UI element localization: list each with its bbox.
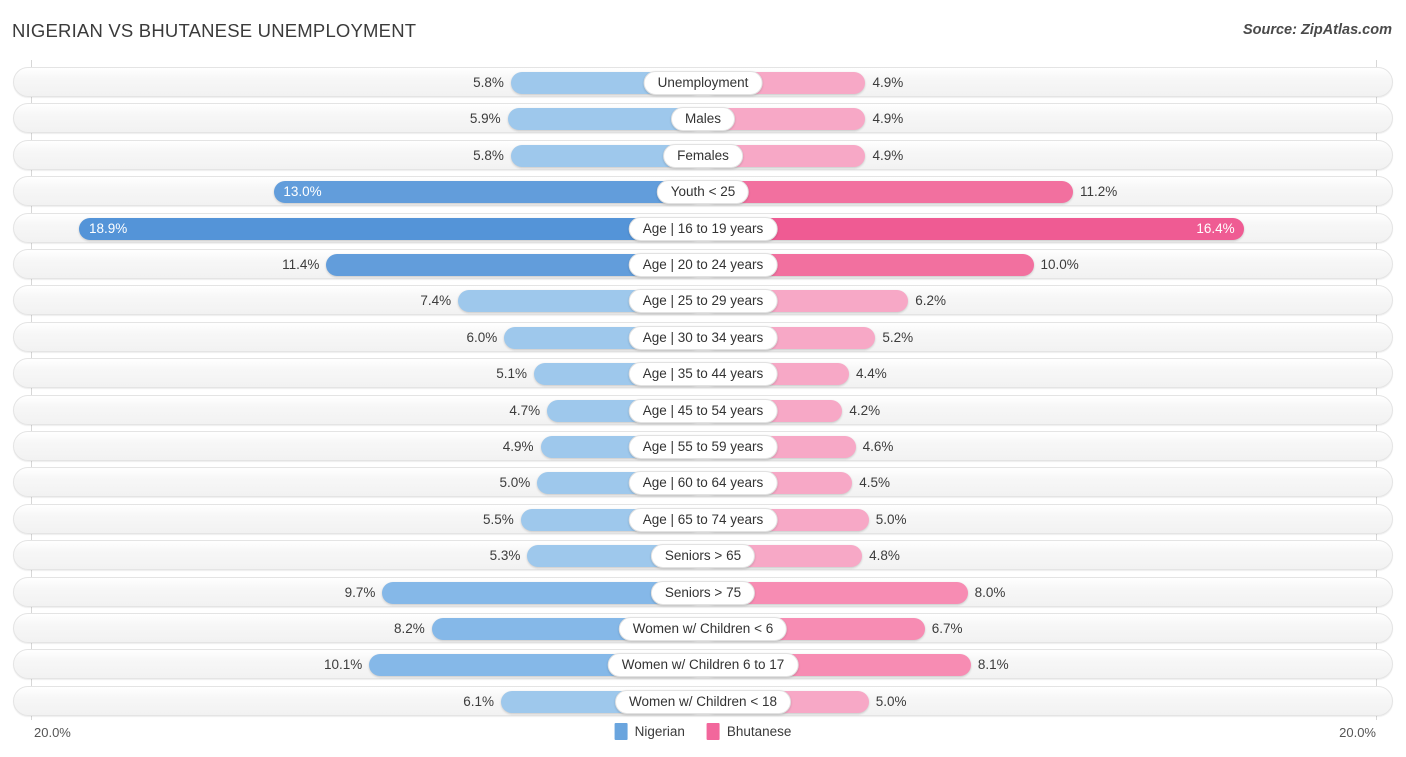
bar-value-nigerian: 4.7% (509, 402, 541, 418)
chart-row: 7.4% 6.2% Age | 25 to 29 years (13, 285, 1393, 316)
bar-value-nigerian: 5.5% (483, 511, 514, 527)
bar-value-nigerian: 6.1% (463, 693, 495, 709)
bar-value-nigerian: 4.9% (502, 439, 534, 454)
category-label-pill: Females (663, 143, 743, 168)
bar-value-nigerian: 5.8% (473, 147, 504, 163)
chart-row: 4.7% 4.2% Age | 45 to 54 years (13, 394, 1393, 425)
bar-value-nigerian: 11.4% (282, 257, 320, 272)
chart-row: 10.1% 8.1% Women w/ Children 6 to 17 (13, 649, 1393, 680)
bar-bhutanese (704, 217, 1245, 240)
bar-value-bhutanese: 4.9% (872, 111, 904, 127)
chart-row: 5.9% 4.9% Males (13, 103, 1393, 134)
bar-value-bhutanese: 5.0% (875, 511, 907, 527)
category-label-pill: Seniors > 75 (650, 580, 756, 605)
legend-label: Nigerian (634, 724, 685, 739)
chart-plot-area: 5.8% 4.9% Unemployment 5.9% 4.9% Males 5.8% 4.9… (0, 60, 1406, 720)
chart-row: 18.9% 16.4% Age | 16 to 19 years (13, 212, 1393, 243)
category-label-pill: Age | 60 to 64 years (628, 471, 778, 496)
legend-item: Nigerian (614, 723, 685, 740)
bar-value-bhutanese: 10.0% (1040, 257, 1079, 272)
bar-value-nigerian: 8.2% (394, 621, 425, 636)
category-label-pill: Women w/ Children < 18 (615, 689, 791, 714)
chart-legend: Nigerian Bhutanese (614, 723, 792, 740)
category-label-pill: Age | 20 to 24 years (628, 253, 778, 277)
chart-row: 11.4% 10.0% Age | 20 to 24 years (13, 249, 1393, 279)
bar-value-nigerian: 5.8% (473, 75, 504, 90)
chart-row: 6.0% 5.2% Age | 30 to 34 years (13, 321, 1393, 352)
legend-swatch-icon (614, 723, 628, 740)
category-label-pill: Unemployment (643, 71, 763, 95)
chart-row: 5.3% 4.8% Seniors > 65 (13, 540, 1393, 571)
bar-nigerian (79, 217, 702, 240)
bar-value-nigerian: 5.3% (489, 548, 521, 564)
chart-row: 5.8% 4.9% Females (13, 139, 1393, 170)
chart-row: 8.2% 6.7% Women w/ Children < 6 (13, 613, 1393, 643)
category-label-pill: Seniors > 65 (650, 544, 756, 569)
category-label-pill: Age | 25 to 29 years (628, 289, 778, 314)
bar-value-nigerian: 9.7% (344, 584, 376, 600)
bar-bhutanese (704, 181, 1074, 204)
bar-value-bhutanese: 4.2% (849, 402, 881, 418)
page-title: NIGERIAN VS BHUTANESE UNEMPLOYMENT (12, 20, 417, 41)
legend-swatch-icon (706, 723, 720, 740)
bar-value-nigerian: 6.0% (466, 329, 498, 345)
bar-value-nigerian: 5.9% (469, 111, 501, 127)
chart-row: 13.0% 11.2% Youth < 25 (13, 176, 1393, 207)
bar-value-bhutanese: 8.0% (974, 584, 1006, 600)
legend-label: Bhutanese (726, 724, 792, 739)
bar-value-bhutanese: 11.2% (1080, 184, 1118, 200)
bar-value-bhutanese: 4.9% (872, 147, 904, 163)
chart-row: 9.7% 8.0% Seniors > 75 (13, 576, 1393, 607)
category-label-pill: Age | 35 to 44 years (628, 362, 778, 387)
bar-value-bhutanese: 6.7% (931, 621, 963, 636)
bar-value-nigerian: 13.0% (283, 184, 322, 200)
bar-value-bhutanese: 6.2% (915, 293, 947, 309)
category-label-pill: Youth < 25 (656, 180, 750, 205)
bar-nigerian (273, 181, 702, 204)
bar-value-bhutanese: 5.2% (882, 329, 914, 345)
bar-value-bhutanese: 4.6% (862, 439, 894, 454)
category-label-pill: Women w/ Children 6 to 17 (607, 653, 799, 678)
chart-row: 5.1% 4.4% Age | 35 to 44 years (13, 358, 1393, 389)
category-label-pill: Age | 45 to 54 years (628, 398, 778, 423)
bar-value-bhutanese: 4.4% (855, 366, 887, 382)
bar-value-nigerian: 5.1% (496, 366, 527, 382)
bar-value-nigerian: 7.4% (420, 293, 452, 309)
category-label-pill: Age | 65 to 74 years (628, 507, 778, 532)
bar-value-bhutanese: 4.8% (869, 548, 900, 564)
chart-row: 5.5% 5.0% Age | 65 to 74 years (13, 503, 1393, 534)
chart-root: NIGERIAN VS BHUTANESE UNEMPLOYMENT Sourc… (0, 0, 1406, 757)
chart-row: 5.8% 4.9% Unemployment (13, 67, 1393, 97)
bar-value-bhutanese: 4.5% (859, 475, 891, 491)
source-attribution: Source: ZipAtlas.com (1242, 22, 1392, 38)
chart-row: 5.0% 4.5% Age | 60 to 64 years (13, 467, 1393, 498)
bar-value-nigerian: 18.9% (88, 220, 128, 236)
bar-value-nigerian: 10.1% (323, 657, 363, 673)
category-label-pill: Males (670, 107, 736, 132)
bar-value-bhutanese: 5.0% (875, 693, 907, 709)
category-label-pill: Age | 16 to 19 years (628, 216, 778, 241)
category-label-pill: Age | 30 to 34 years (628, 325, 778, 350)
chart-row: 6.1% 5.0% Women w/ Children < 18 (13, 685, 1393, 716)
bar-value-bhutanese: 4.9% (872, 75, 904, 90)
category-label-pill: Age | 55 to 59 years (628, 435, 778, 459)
category-label-pill: Women w/ Children < 6 (618, 617, 788, 641)
axis-tick-left: 20.0% (34, 725, 71, 740)
legend-item: Bhutanese (706, 723, 792, 740)
chart-row: 4.9% 4.6% Age | 55 to 59 years (13, 431, 1393, 461)
bar-value-nigerian: 5.0% (499, 475, 531, 491)
axis-tick-right: 20.0% (1339, 725, 1376, 740)
bar-value-bhutanese: 8.1% (977, 657, 1009, 673)
bar-value-bhutanese: 16.4% (1196, 220, 1235, 236)
